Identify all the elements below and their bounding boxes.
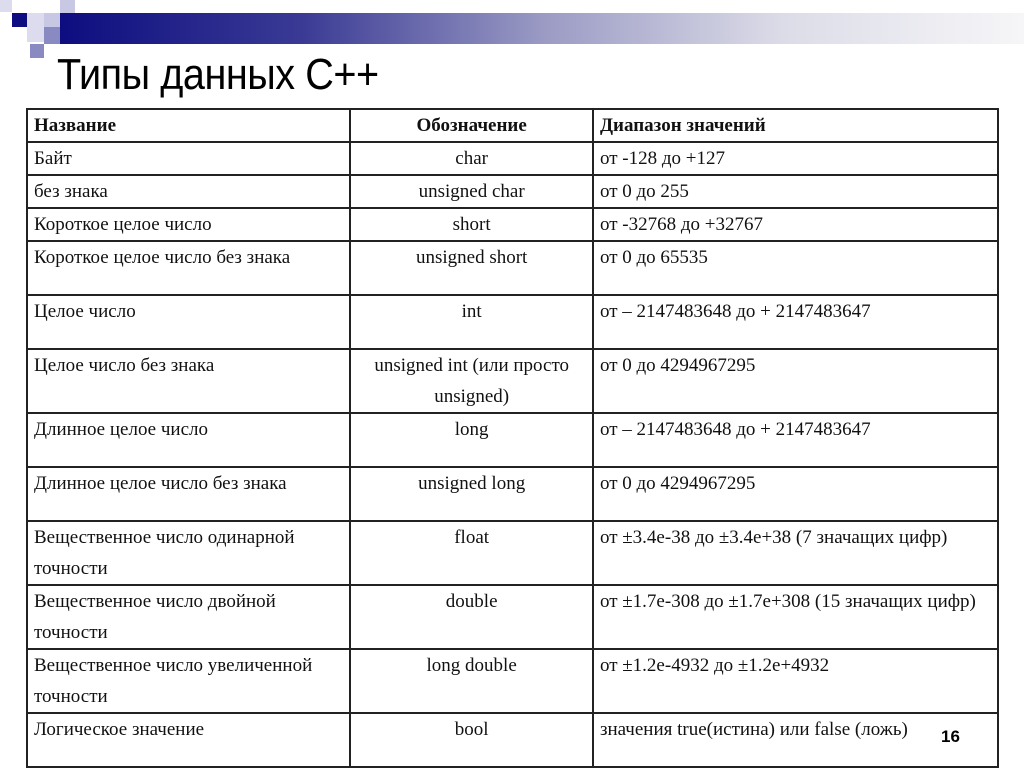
data-types-table: Название Обозначение Диапазон значений Б… — [25, 108, 1000, 768]
cell-range: от ±1.2e-4932 до ±1.2e+4932 — [591, 648, 1000, 714]
cell-type: unsigned char — [349, 174, 594, 209]
cell-name: Логическое значение — [25, 712, 352, 768]
cell-name: Целое число без знака — [25, 348, 352, 414]
table-row: Длинное целое число long от – 2147483648… — [25, 412, 1000, 468]
cell-range: от 0 до 4294967295 — [591, 466, 1000, 522]
cell-type: unsigned long — [349, 466, 594, 522]
cell-range: от -128 до +127 — [591, 141, 1000, 176]
cell-name: Вещественное число двойной точности — [25, 584, 352, 650]
cell-type: long — [349, 412, 594, 468]
table-row: Вещественное число одинарной точности fl… — [25, 520, 1000, 586]
table-row: Вещественное число увеличенной точности … — [25, 648, 1000, 714]
cell-range: от 0 до 255 — [591, 174, 1000, 209]
table-row: Логическое значение bool значения true(и… — [25, 712, 1000, 768]
cell-name: Короткое целое число — [25, 207, 352, 242]
table-row: Вещественное число двойной точности doub… — [25, 584, 1000, 650]
decor-square — [0, 0, 12, 12]
cell-range: от – 2147483648 до + 2147483647 — [591, 412, 1000, 468]
decor-square — [44, 27, 60, 44]
cell-name: без знака — [25, 174, 352, 209]
cell-range: от – 2147483648 до + 2147483647 — [591, 294, 1000, 350]
table-row: Короткое целое число short от -32768 до … — [25, 207, 1000, 242]
page-number: 16 — [941, 727, 960, 746]
header-gradient-bar — [60, 13, 1024, 44]
header-type: Обозначение — [349, 108, 594, 143]
table-header-row: Название Обозначение Диапазон значений — [25, 108, 1000, 143]
cell-range: от ±3.4e-38 до ±3.4e+38 (7 значащих цифр… — [591, 520, 1000, 586]
header-range: Диапазон значений — [591, 108, 1000, 143]
decor-square — [27, 13, 44, 27]
decor-square — [27, 27, 44, 42]
cell-type: double — [349, 584, 594, 650]
table-row: Байт char от -128 до +127 — [25, 141, 1000, 176]
decor-square — [60, 0, 75, 13]
header-name: Название — [25, 108, 352, 143]
table-row: без знака unsigned char от 0 до 255 — [25, 174, 1000, 209]
decor-square — [30, 44, 44, 58]
cell-type: long double — [349, 648, 594, 714]
table-row: Целое число int от – 2147483648 до + 214… — [25, 294, 1000, 350]
cell-type: char — [349, 141, 594, 176]
table-row: Короткое целое число без знака unsigned … — [25, 240, 1000, 296]
cell-type: short — [349, 207, 594, 242]
table-row: Целое число без знака unsigned int (или … — [25, 348, 1000, 414]
cell-name: Вещественное число одинарной точности — [25, 520, 352, 586]
cell-range: значения true(истина) или false (ложь) — [591, 712, 1000, 768]
cell-range: от -32768 до +32767 — [591, 207, 1000, 242]
cell-type: unsigned short — [349, 240, 594, 296]
cell-name: Вещественное число увеличенной точности — [25, 648, 352, 714]
cell-name: Длинное целое число — [25, 412, 352, 468]
cell-type: bool — [349, 712, 594, 768]
cell-type: unsigned int (или просто unsigned) — [349, 348, 594, 414]
decor-square — [44, 13, 60, 27]
cell-name: Длинное целое число без знака — [25, 466, 352, 522]
cell-range: от ±1.7e-308 до ±1.7e+308 (15 значащих ц… — [591, 584, 1000, 650]
cell-range: от 0 до 65535 — [591, 240, 1000, 296]
cell-name: Короткое целое число без знака — [25, 240, 352, 296]
slide-title: Типы данных С++ — [57, 50, 379, 99]
table-row: Длинное целое число без знака unsigned l… — [25, 466, 1000, 522]
cell-type: int — [349, 294, 594, 350]
decor-square — [12, 13, 27, 27]
cell-name: Байт — [25, 141, 352, 176]
cell-name: Целое число — [25, 294, 352, 350]
cell-type: float — [349, 520, 594, 586]
cell-range: от 0 до 4294967295 — [591, 348, 1000, 414]
